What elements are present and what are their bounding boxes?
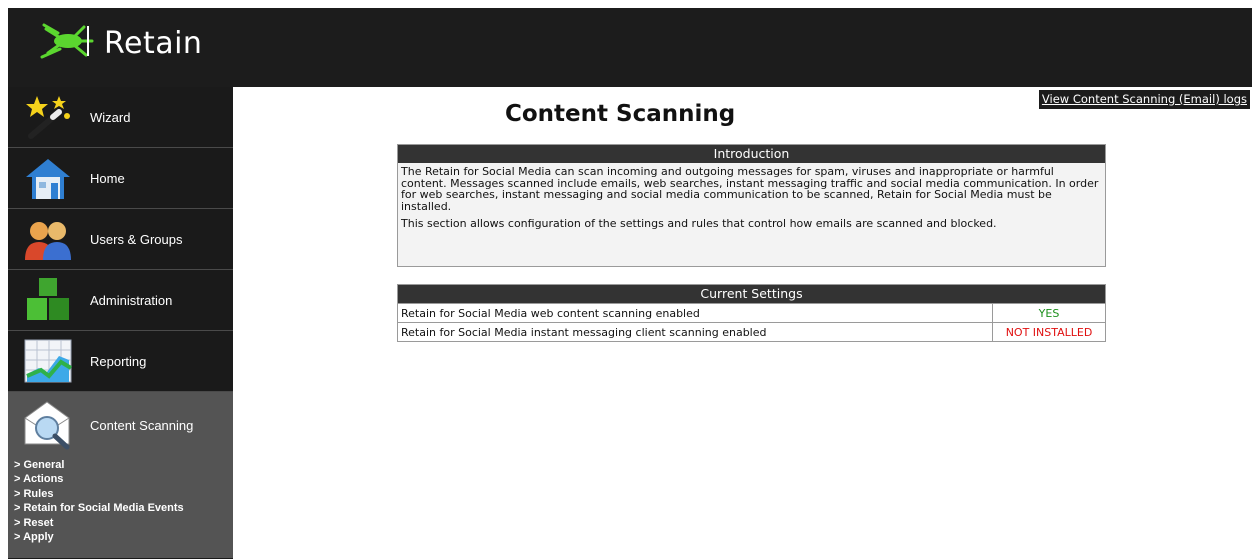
- introduction-text-2: This section allows configuration of the…: [401, 217, 997, 231]
- main-content: View Content Scanning (Email) logs Conte…: [233, 89, 1252, 559]
- current-settings-panel: Current Settings Retain for Social Media…: [397, 284, 1106, 342]
- app-logo[interactable]: Retain: [38, 23, 202, 64]
- table-row: Retain for Social Media instant messagin…: [398, 322, 1105, 341]
- submenu-item-rules[interactable]: > Rules: [14, 487, 233, 501]
- cricket-logo-icon: [38, 23, 94, 64]
- sidebar-item-content-scanning[interactable]: Content Scanning > General > Actions > R…: [8, 392, 233, 558]
- sidebar-item-administration[interactable]: Administration: [8, 270, 233, 331]
- window-frame-top: [0, 0, 1252, 8]
- magic-wand-icon: [20, 92, 76, 142]
- introduction-text: The Retain for Social Media can scan inc…: [401, 165, 1099, 213]
- submenu-item-apply[interactable]: > Apply: [14, 530, 233, 544]
- header-bar: Retain: [8, 8, 1252, 89]
- envelope-magnifier-icon: [20, 400, 76, 450]
- introduction-heading: Introduction: [398, 145, 1105, 163]
- submenu-item-general[interactable]: > General: [14, 458, 233, 472]
- current-settings-heading: Current Settings: [398, 285, 1105, 303]
- sidebar-item-label: Administration: [90, 292, 173, 308]
- introduction-panel: Introduction The Retain for Social Media…: [397, 144, 1106, 267]
- page-title: Content Scanning: [505, 101, 736, 127]
- view-logs-link[interactable]: View Content Scanning (Email) logs: [1038, 90, 1250, 109]
- submenu-item-actions[interactable]: > Actions: [14, 472, 233, 486]
- sidebar: Wizard Home Users & Groups Administratio…: [8, 87, 233, 559]
- sidebar-item-label: Reporting: [90, 353, 147, 369]
- submenu-item-reset[interactable]: > Reset: [14, 516, 233, 530]
- sidebar-item-wizard[interactable]: Wizard: [8, 87, 233, 148]
- submenu-item-social-media-events[interactable]: > Retain for Social Media Events: [14, 501, 233, 515]
- sidebar-item-label: Home: [90, 170, 125, 186]
- house-icon: [20, 153, 76, 203]
- chart-icon: [20, 336, 76, 386]
- setting-value: NOT INSTALLED: [992, 322, 1105, 341]
- setting-value: YES: [992, 303, 1105, 323]
- sidebar-item-label: Wizard: [90, 109, 131, 125]
- blocks-icon: [20, 275, 76, 325]
- logo-text: Retain: [104, 26, 203, 61]
- sidebar-item-users-groups[interactable]: Users & Groups: [8, 209, 233, 270]
- sidebar-item-label: Users & Groups: [90, 231, 183, 247]
- setting-label: Retain for Social Media web content scan…: [398, 303, 993, 323]
- content-scanning-submenu: > General > Actions > Rules > Retain for…: [8, 458, 233, 544]
- sidebar-item-label: Content Scanning: [90, 417, 194, 433]
- settings-table: Retain for Social Media web content scan…: [398, 303, 1105, 341]
- table-row: Retain for Social Media web content scan…: [398, 303, 1105, 323]
- sidebar-item-home[interactable]: Home: [8, 148, 233, 209]
- users-icon: [20, 214, 76, 264]
- sidebar-item-reporting[interactable]: Reporting: [8, 331, 233, 392]
- window-frame-left: [0, 0, 8, 559]
- setting-label: Retain for Social Media instant messagin…: [398, 322, 993, 341]
